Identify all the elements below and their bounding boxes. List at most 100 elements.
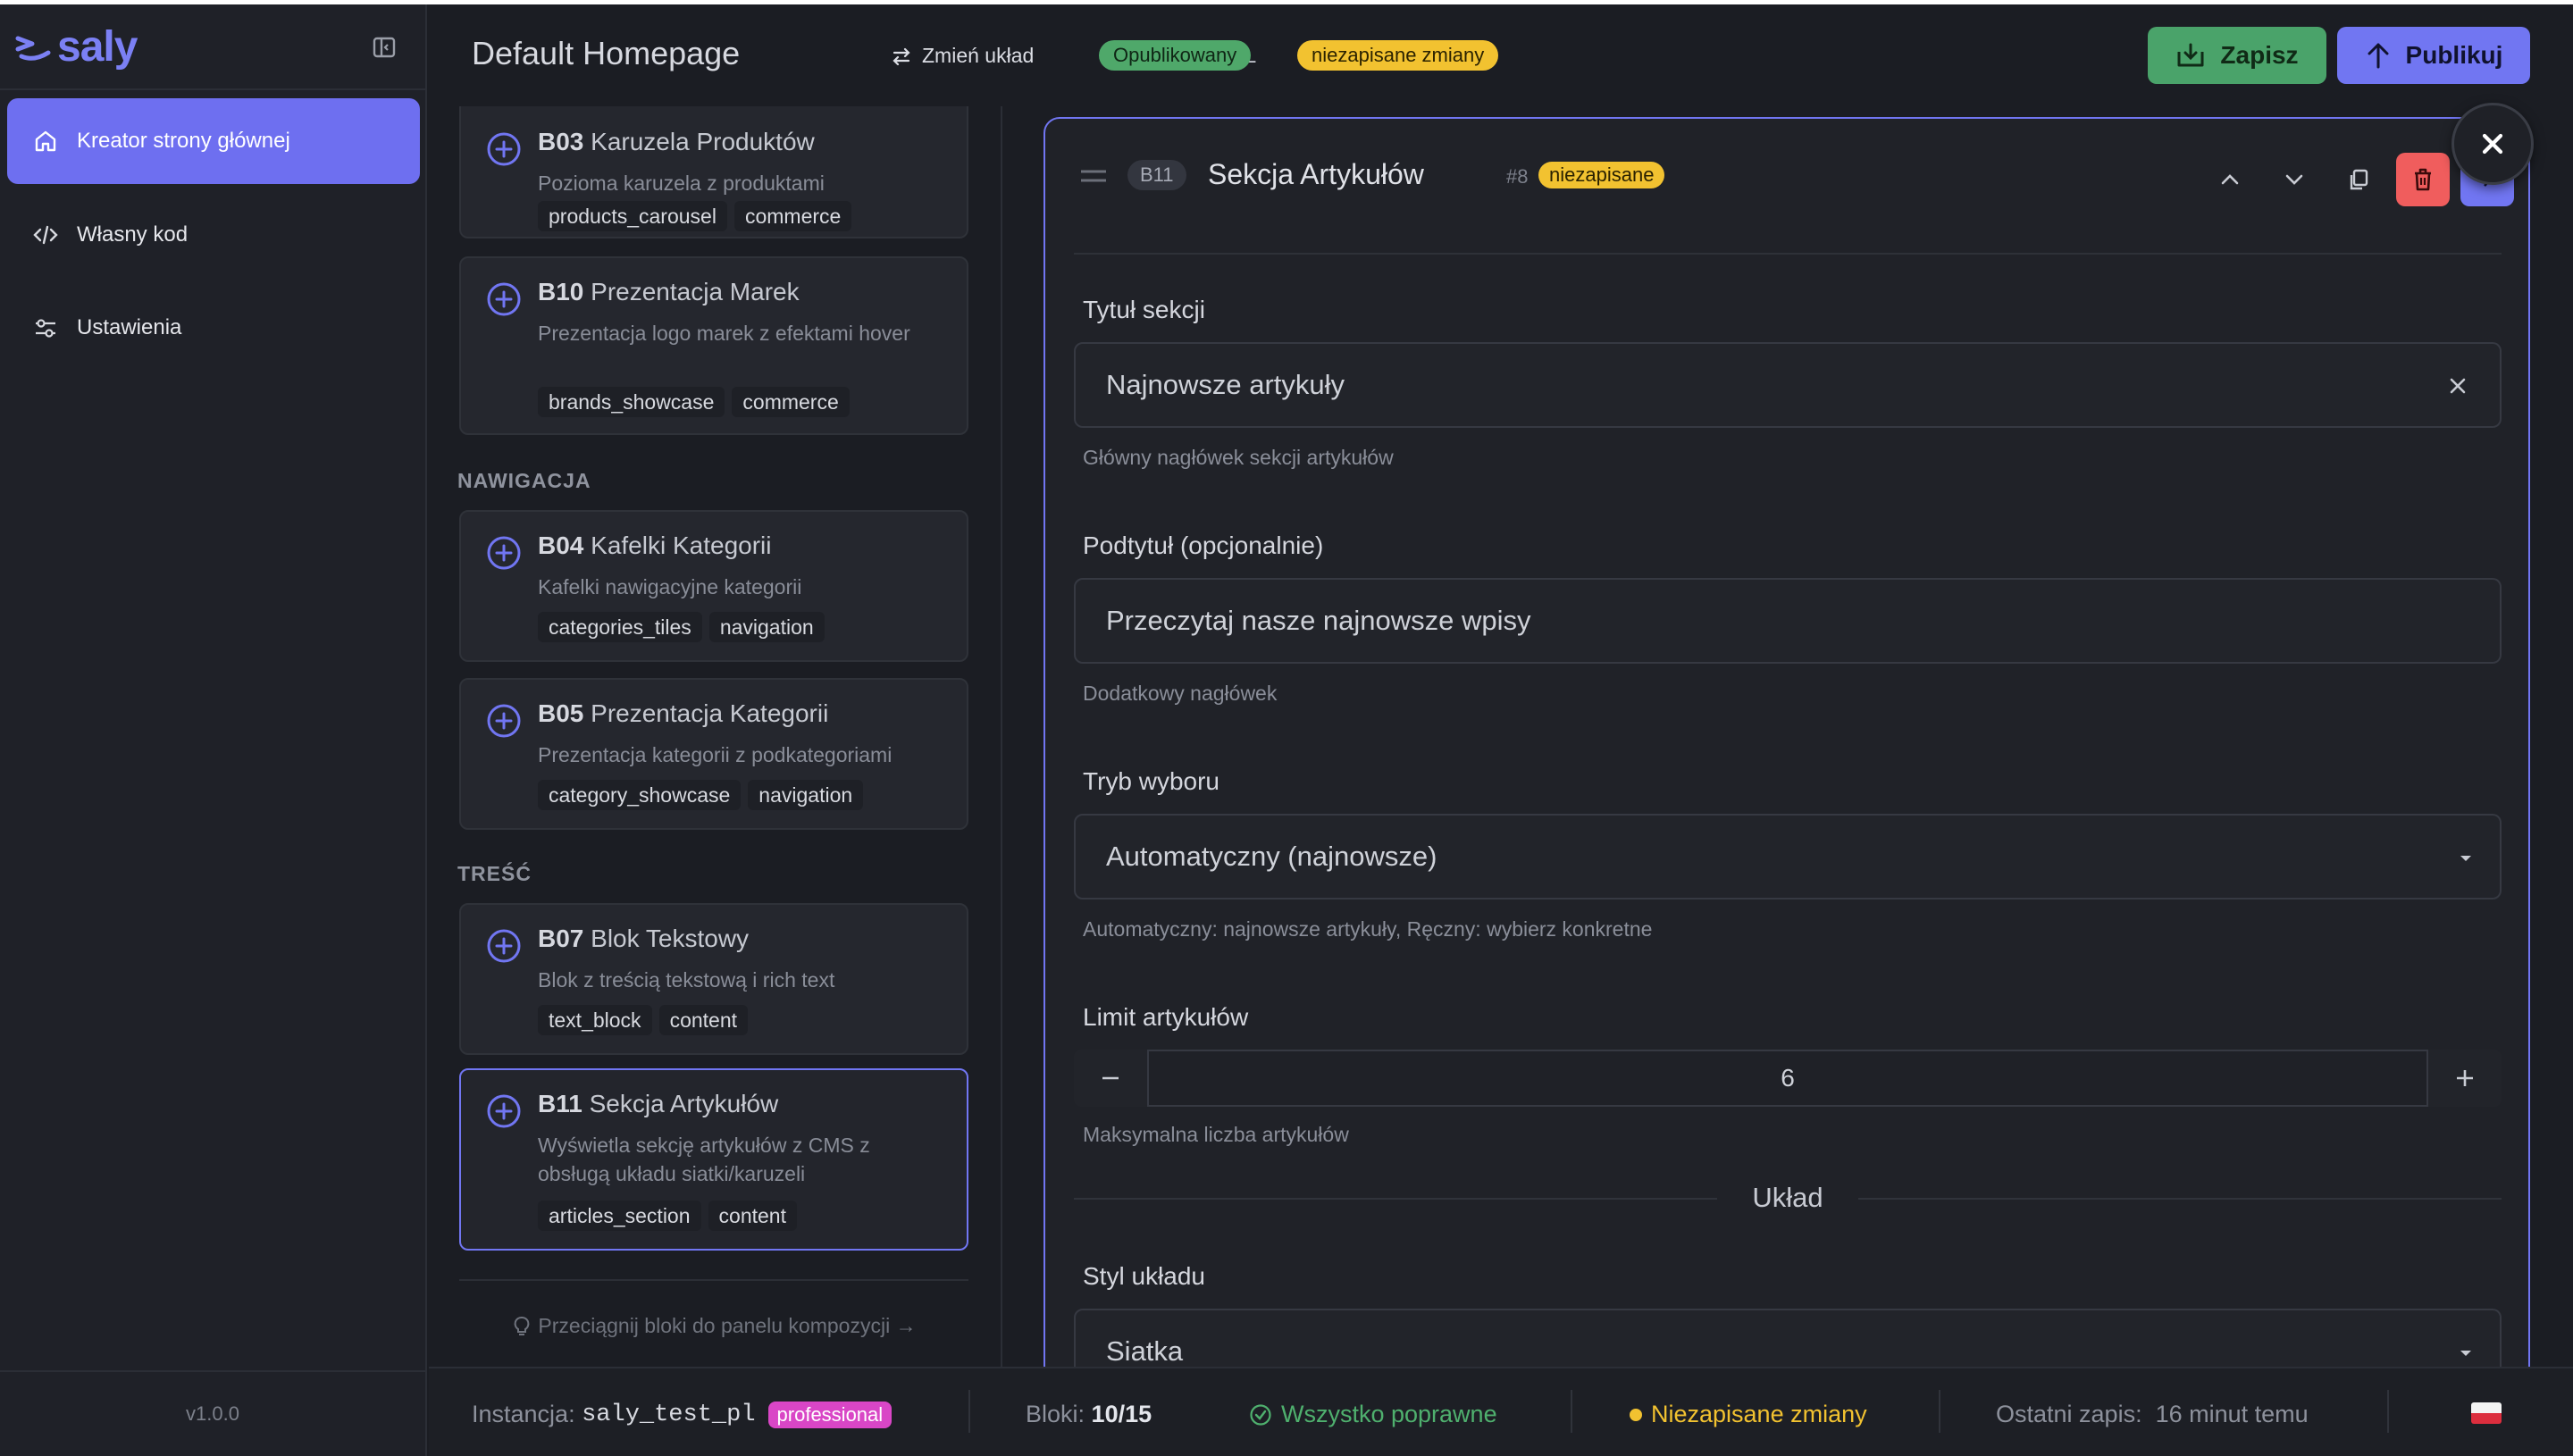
- status-badge-published: Opublikowany: [1099, 40, 1252, 71]
- section-label-navigation: NAWIGACJA: [457, 469, 591, 492]
- validation-status: Wszystko poprawne: [1249, 1401, 1497, 1428]
- last-save-value: 16 minut temu: [2155, 1401, 2309, 1427]
- sidebar-item-homepage-builder[interactable]: Kreator strony głównej: [7, 98, 420, 184]
- block-card-b10[interactable]: B10 Prezentacja Marek Prezentacja logo m…: [459, 256, 968, 435]
- field-label-subtitle: Podtytuł (opcjonalnie): [1083, 531, 1324, 559]
- field-label-limit: Limit artykułów: [1083, 1003, 1249, 1031]
- footer-separator: [2387, 1390, 2389, 1433]
- instance-value: saly_test_pl: [582, 1401, 756, 1428]
- collapse-sidebar-button[interactable]: [368, 31, 400, 63]
- block-description: Prezentacja kategorii z podkategoriami: [538, 743, 893, 766]
- sidebar-item-custom-code[interactable]: Własny kod: [7, 192, 420, 278]
- publish-button[interactable]: Publikuj: [2337, 27, 2530, 84]
- block-card-b07[interactable]: B07 Blok Tekstowy Blok z treścią tekstow…: [459, 903, 968, 1055]
- selection-mode-select[interactable]: Automatyczny (najnowsze): [1074, 814, 2502, 900]
- save-label: Zapisz: [2220, 41, 2299, 69]
- article-limit-input[interactable]: 6: [1147, 1050, 2428, 1107]
- poland-flag-icon[interactable]: [2471, 1402, 2502, 1424]
- close-editor-button[interactable]: [2451, 103, 2534, 185]
- block-description: Wyświetla sekcję artykułów z CMS z obsłu…: [538, 1134, 870, 1185]
- unsaved-dot: [1630, 1408, 1642, 1421]
- clear-icon[interactable]: [2443, 371, 2473, 401]
- add-circle-icon: [487, 704, 521, 738]
- block-card-b05[interactable]: B05 Prezentacja Kategorii Prezentacja ka…: [459, 678, 968, 830]
- drag-hint-text: Przeciągnij bloki do panelu kompozycji →: [538, 1314, 917, 1337]
- validation-text: Wszystko poprawne: [1281, 1401, 1497, 1427]
- sidebar: saly Kreator strony głównej Własny kod U…: [0, 4, 427, 1456]
- field-label-title: Tytuł sekcji: [1083, 296, 1205, 323]
- sidebar-item-settings[interactable]: Ustawienia: [7, 285, 420, 371]
- block-tag: content: [658, 1005, 749, 1035]
- last-save-label: Ostatni zapis:: [1996, 1401, 2142, 1427]
- block-tag: articles_section: [538, 1201, 701, 1231]
- instance-info: Instancja: saly_test_pl professional: [472, 1401, 893, 1428]
- block-title: B03 Karuzela Produktów: [538, 128, 815, 155]
- logo-text: saly: [57, 23, 138, 71]
- block-card-b03[interactable]: B03 Karuzela Produktów Pozioma karuzela …: [459, 106, 968, 238]
- caret-down-icon: [2460, 1351, 2471, 1356]
- block-tag: products_carousel: [538, 201, 727, 231]
- drag-handle-icon[interactable]: [1079, 167, 1108, 185]
- block-card-b11[interactable]: B11 Sekcja Artykułów Wyświetla sekcję ar…: [459, 1068, 968, 1251]
- logo[interactable]: saly: [14, 22, 138, 71]
- layout-style-select[interactable]: Siatka: [1074, 1309, 2502, 1367]
- move-down-button[interactable]: [2267, 153, 2321, 206]
- layout-style-value: Siatka: [1106, 1335, 1184, 1367]
- plus-icon: [2457, 1070, 2473, 1086]
- drag-hint: Przeciągnij bloki do panelu kompozycji →: [429, 1314, 1001, 1338]
- instance-label: Instancja:: [472, 1401, 575, 1427]
- sidebar-item-label: Własny kod: [77, 222, 189, 247]
- unsaved-badge: niezapisane: [1538, 162, 1665, 188]
- check-circle-icon: [1250, 1403, 1271, 1426]
- subtitle-input[interactable]: Przeczytaj nasze najnowsze wpisy: [1074, 578, 2502, 664]
- block-tag: content: [708, 1201, 797, 1231]
- increment-button[interactable]: [2428, 1050, 2502, 1107]
- chevron-up-icon: [2221, 174, 2239, 185]
- subtitle-value: Przeczytaj nasze najnowsze wpisy: [1106, 605, 1531, 636]
- duplicate-button[interactable]: [2332, 153, 2385, 206]
- block-title: B10 Prezentacja Marek: [538, 278, 800, 305]
- block-title: B07 Blok Tekstowy: [538, 925, 750, 952]
- section-title-input[interactable]: Najnowsze artykuły: [1074, 342, 2502, 428]
- publish-label: Publikuj: [2405, 41, 2503, 69]
- block-position-number: #8: [1506, 165, 1529, 188]
- sidebar-toggle-icon: [373, 37, 396, 58]
- block-tags: text_block content: [538, 1005, 755, 1035]
- block-card-b04[interactable]: B04 Kafelki Kategorii Kafelki nawigacyjn…: [459, 510, 968, 662]
- change-layout-button[interactable]: Zmień układ: [890, 44, 1034, 68]
- page-title: Default Homepage: [472, 35, 741, 71]
- column-divider: [1001, 106, 1002, 1367]
- unsaved-text: Niezapisane zmiany: [1651, 1401, 1867, 1427]
- block-editor-title: Sekcja Artykułów: [1208, 158, 1424, 190]
- block-tag: categories_tiles: [538, 612, 702, 642]
- copy-icon: [2350, 169, 2368, 190]
- field-help-limit: Maksymalna liczba artykułów: [1083, 1123, 1349, 1146]
- sidebar-item-label: Ustawienia: [77, 315, 182, 339]
- home-icon: [35, 130, 56, 152]
- blocks-label: Bloki:: [1026, 1401, 1085, 1427]
- blocks-library: B03 Karuzela Produktów Pozioma karuzela …: [429, 106, 1001, 1367]
- change-layout-label: Zmień układ: [922, 44, 1035, 67]
- block-editor-panel: B11 Sekcja Artykułów #8 niezapisane Tytu…: [1043, 117, 2530, 1367]
- sidebar-item-label: Kreator strony głównej: [77, 129, 290, 153]
- delete-button[interactable]: [2396, 153, 2450, 206]
- block-tag: text_block: [538, 1005, 652, 1035]
- section-title-value: Najnowsze artykuły: [1106, 369, 1345, 400]
- field-help-title: Główny nagłówek sekcji artykułów: [1083, 446, 1394, 469]
- swap-icon: [893, 47, 910, 65]
- add-circle-icon: [487, 1094, 521, 1128]
- decrement-button[interactable]: [1074, 1050, 1147, 1107]
- block-tags: articles_section content: [538, 1201, 804, 1231]
- block-tags: categories_tiles navigation: [538, 612, 832, 642]
- status-bar: Instancja: saly_test_pl professional Blo…: [429, 1367, 2573, 1456]
- unsaved-status: Niezapisane zmiany: [1630, 1401, 1867, 1428]
- block-title: B05 Prezentacja Kategorii: [538, 699, 829, 727]
- move-up-button[interactable]: [2203, 153, 2257, 206]
- blocks-count: Bloki: 10/15: [1026, 1401, 1152, 1428]
- selection-mode-value: Automatyczny (najnowsze): [1106, 841, 1437, 872]
- section-label-content: TREŚĆ: [457, 862, 532, 885]
- block-description: Kafelki nawigacyjne kategorii: [538, 575, 802, 598]
- save-button[interactable]: Zapisz: [2148, 27, 2326, 84]
- top-header: Default Homepage PL Zmień układ Opubliko…: [429, 4, 2573, 106]
- block-description: Prezentacja logo marek z efektami hover: [538, 322, 910, 345]
